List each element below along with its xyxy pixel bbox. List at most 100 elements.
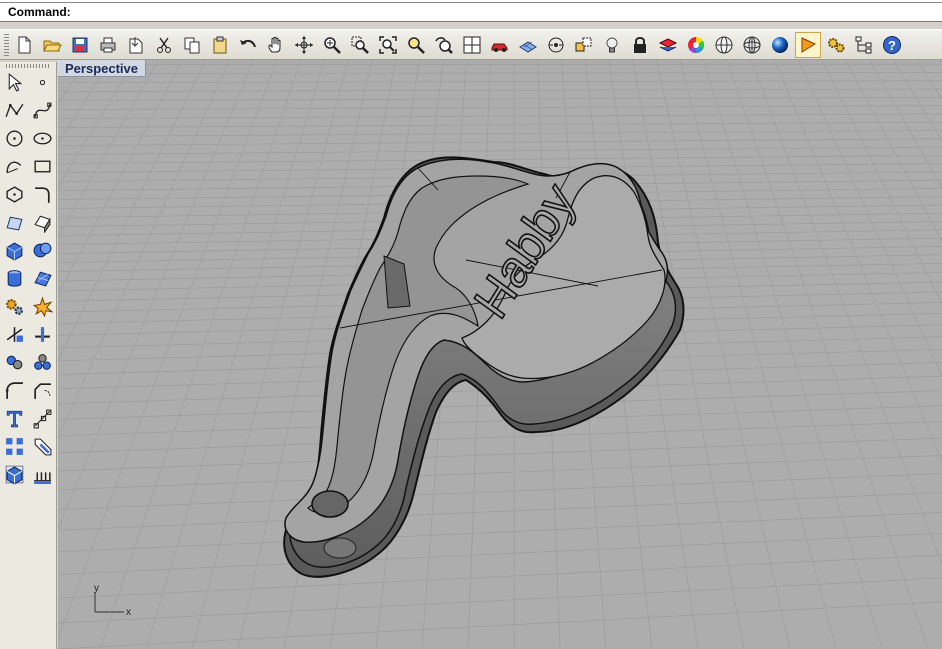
camera-car-button[interactable] [488, 33, 512, 57]
save-icon [70, 35, 90, 55]
import-button[interactable] [124, 33, 148, 57]
ellipse-button[interactable] [30, 126, 54, 150]
extrude-surface-icon [32, 212, 53, 233]
command-input[interactable] [74, 3, 775, 19]
shaded-sphere-icon [742, 35, 762, 55]
fillet-curve-button[interactable] [30, 182, 54, 206]
mesh-icon [32, 268, 53, 289]
toolbar-grip[interactable] [4, 33, 9, 56]
dimension-linear-button[interactable] [30, 462, 54, 486]
curve-button[interactable] [30, 98, 54, 122]
zoom-selected-icon [406, 35, 426, 55]
zoom-extents-button[interactable] [376, 33, 400, 57]
four-viewports-button[interactable] [460, 33, 484, 57]
pan-hand-button[interactable] [264, 33, 288, 57]
chamfer-button[interactable] [30, 378, 54, 402]
rotate-view-button[interactable] [292, 33, 316, 57]
select-arrow-button[interactable] [2, 70, 26, 94]
split-button[interactable] [30, 322, 54, 346]
copy-icon [182, 35, 202, 55]
viewport-canvas[interactable]: Habby x y [58, 60, 942, 649]
arc-button[interactable] [2, 154, 26, 178]
polygon-icon [4, 184, 25, 205]
new-document-icon [14, 35, 34, 55]
circle-icon [4, 128, 25, 149]
boolean-union-button[interactable] [30, 238, 54, 262]
layer-button[interactable] [656, 33, 680, 57]
print-button[interactable] [96, 33, 120, 57]
render-icon [798, 35, 818, 55]
zoom-extents-icon [378, 35, 398, 55]
circle-button[interactable] [2, 126, 26, 150]
new-document-button[interactable] [12, 33, 36, 57]
cut-button[interactable] [152, 33, 176, 57]
ellipse-icon [32, 128, 53, 149]
light-bulb-button[interactable] [600, 33, 624, 57]
undo-view-button[interactable] [432, 33, 456, 57]
rectangle-button[interactable] [30, 154, 54, 178]
viewport-title-tab[interactable]: Perspective [58, 60, 146, 77]
chamfer-icon [32, 380, 53, 401]
cylinder-icon [4, 268, 25, 289]
point-icon [32, 72, 53, 93]
group-button[interactable] [2, 350, 26, 374]
options-gears-button[interactable] [824, 33, 848, 57]
cut-icon [154, 35, 174, 55]
camera-car-icon [490, 35, 510, 55]
ungroup-button[interactable] [30, 350, 54, 374]
polyline-button[interactable] [2, 98, 26, 122]
select-filter-button[interactable] [572, 33, 596, 57]
trim-button[interactable] [2, 322, 26, 346]
array-button[interactable] [2, 434, 26, 458]
left-toolbar [0, 62, 57, 649]
render-button[interactable] [795, 31, 821, 58]
polyline-icon [4, 100, 25, 121]
select-filter-icon [574, 35, 594, 55]
box-solid-button[interactable] [2, 238, 26, 262]
dimension-button[interactable] [30, 406, 54, 430]
copy-button[interactable] [180, 33, 204, 57]
zoom-selected-button[interactable] [404, 33, 428, 57]
array-icon [4, 436, 25, 457]
polygon-button[interactable] [2, 182, 26, 206]
fillet-edge-button[interactable] [2, 378, 26, 402]
save-button[interactable] [68, 33, 92, 57]
paste-icon [210, 35, 230, 55]
construction-plane-button[interactable] [516, 33, 540, 57]
mesh-button[interactable] [30, 266, 54, 290]
point-button[interactable] [30, 70, 54, 94]
zoom-dynamic-button[interactable] [320, 33, 344, 57]
explode-button[interactable] [30, 294, 54, 318]
wireframe-sphere-button[interactable] [712, 33, 736, 57]
axis-x-label: x [126, 607, 131, 618]
cylinder-button[interactable] [2, 266, 26, 290]
fillet-curve-icon [32, 184, 53, 205]
analyze-button[interactable] [30, 434, 54, 458]
command-line: Command: [0, 3, 942, 22]
print-icon [98, 35, 118, 55]
extrude-surface-button[interactable] [30, 210, 54, 234]
color-wheel-button[interactable] [684, 33, 708, 57]
layer-icon [658, 35, 678, 55]
surface-from-points-button[interactable] [2, 210, 26, 234]
shaded-sphere-button[interactable] [740, 33, 764, 57]
undo-button[interactable] [236, 33, 260, 57]
boolean-union-icon [32, 240, 53, 261]
render-mesh-button[interactable] [2, 462, 26, 486]
paste-button[interactable] [208, 33, 232, 57]
transform-gears-button[interactable] [2, 294, 26, 318]
zoom-window-button[interactable] [348, 33, 372, 57]
rendered-sphere-button[interactable] [768, 33, 792, 57]
help-button[interactable]: ? [880, 33, 904, 57]
pan-hand-icon [266, 35, 286, 55]
object-snap-button[interactable] [544, 33, 568, 57]
text-button[interactable] [2, 406, 26, 430]
fillet-edge-icon [4, 380, 25, 401]
perspective-viewport[interactable]: Perspective Habby x y [58, 60, 942, 649]
lock-button[interactable] [628, 33, 652, 57]
left-toolbar-grip[interactable] [6, 64, 50, 68]
open-folder-button[interactable] [40, 33, 64, 57]
hierarchy-button[interactable] [852, 33, 876, 57]
main-toolbar: ? [0, 29, 942, 60]
construction-plane-icon [518, 35, 538, 55]
